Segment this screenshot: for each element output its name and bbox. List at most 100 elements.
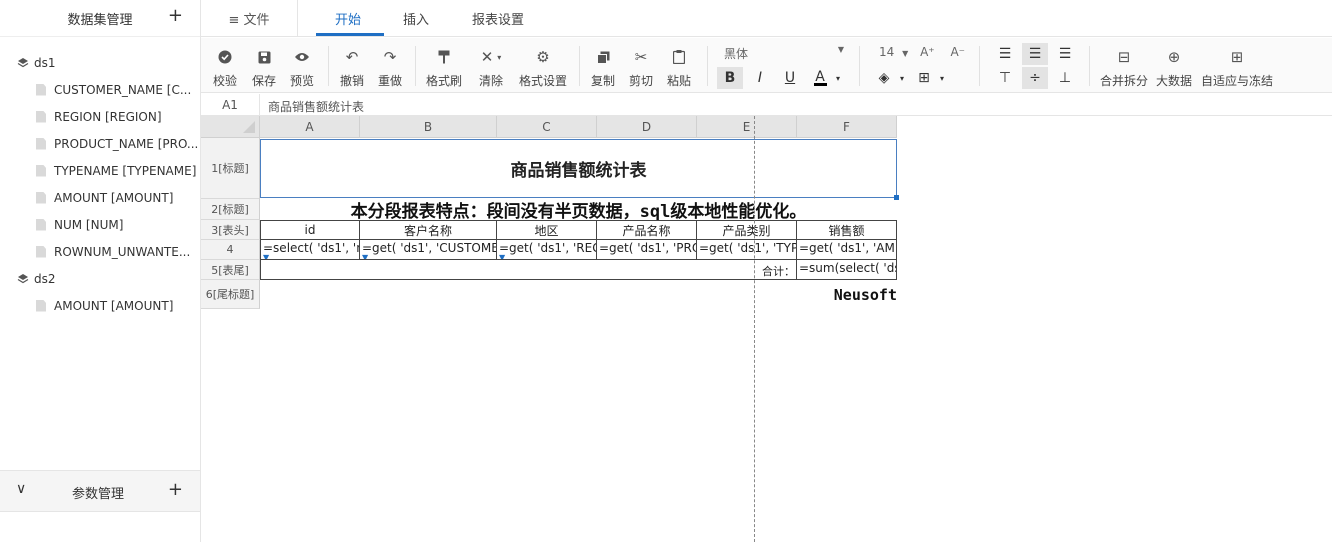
font-color-button[interactable]: A — [807, 67, 833, 89]
data-cell-customer[interactable]: =get( 'ds1', 'CUSTOME ▼ — [360, 240, 497, 260]
data-formula: =get( 'ds1', 'CUSTOME — [362, 241, 497, 255]
total-formula-cell[interactable]: =sum(select( 'ds — [797, 260, 897, 280]
row-header-3[interactable]: 3[表头] — [201, 220, 260, 240]
valign-middle-button[interactable]: ÷ — [1022, 67, 1048, 89]
tab-report-settings[interactable]: 报表设置 — [472, 0, 524, 37]
align-center-button[interactable]: ☰ — [1022, 43, 1048, 65]
format-painter-button[interactable]: 格式刷 — [426, 38, 462, 93]
header-cell-region[interactable]: 地区 — [497, 220, 597, 240]
tab-insert[interactable]: 插入 — [403, 0, 429, 37]
file-icon — [36, 191, 46, 204]
field-node[interactable]: NUM [NUM] — [0, 211, 200, 238]
header-cell-id[interactable]: id — [260, 220, 360, 240]
data-cell-type[interactable]: =get( 'ds1', 'TYP — [697, 240, 797, 260]
field-node[interactable]: CUSTOMER_NAME [C... — [0, 76, 200, 103]
align-right-button[interactable]: ☰ — [1052, 43, 1078, 65]
paint-roller-icon — [438, 46, 450, 68]
field-node[interactable]: PRODUCT_NAME [PRO... — [0, 130, 200, 157]
param-panel-header[interactable]: ∨ 参数管理 + — [0, 470, 200, 512]
add-dataset-button[interactable]: + — [168, 5, 183, 26]
chevron-down-icon[interactable]: ∨ — [16, 481, 26, 497]
bold-button[interactable]: B — [717, 67, 743, 89]
data-cell-region[interactable]: =get( 'ds1', 'REG ▼ — [497, 240, 597, 260]
validate-button[interactable]: 校验 — [213, 38, 237, 93]
cell-reference[interactable]: A1 — [201, 94, 260, 116]
preview-button[interactable]: 预览 — [290, 38, 314, 93]
undo-button[interactable]: ↶ 撤销 — [340, 38, 364, 93]
formula-input[interactable]: 商品销售额统计表 — [268, 98, 364, 115]
border-dropdown[interactable]: ▾ — [935, 67, 949, 89]
eye-icon — [294, 46, 310, 68]
big-data-button[interactable]: ⊕ 大数据 — [1156, 38, 1192, 93]
row-header-6[interactable]: 6[尾标题] — [201, 280, 260, 309]
gear-icon: ⚙ — [536, 48, 550, 66]
font-color-dropdown[interactable]: ▾ — [831, 67, 845, 89]
autofit-freeze-button[interactable]: ⊞ 自适应与冻结 — [1201, 38, 1273, 93]
valign-bottom-button[interactable]: ⊥ — [1052, 67, 1078, 89]
file-icon — [36, 137, 46, 150]
cut-button[interactable]: ✂ 剪切 — [629, 38, 653, 93]
header-cell-type[interactable]: 产品类别 — [697, 220, 797, 240]
save-button[interactable]: 保存 — [252, 38, 276, 93]
footer-title-cell[interactable]: Neusoft — [260, 280, 897, 309]
dataset-node-ds2[interactable]: ds2 — [0, 265, 200, 292]
header-cell-product[interactable]: 产品名称 — [597, 220, 697, 240]
file-icon — [36, 110, 46, 123]
file-icon — [36, 245, 46, 258]
fill-color-dropdown[interactable]: ▾ — [895, 67, 909, 89]
redo-button[interactable]: ↷ 重做 — [378, 38, 402, 93]
field-node[interactable]: AMOUNT [AMOUNT] — [0, 184, 200, 211]
header-cell-customer[interactable]: 客户名称 — [360, 220, 497, 240]
column-header-d[interactable]: D — [597, 116, 697, 138]
increase-font-icon[interactable]: A⁺ — [920, 45, 935, 59]
dataset-tree: ds1 CUSTOMER_NAME [C... REGION [REGION] … — [0, 37, 200, 319]
decrease-font-icon[interactable]: A⁻ — [950, 45, 965, 59]
font-size-value: 14 — [879, 45, 895, 59]
field-node[interactable]: AMOUNT [AMOUNT] — [0, 292, 200, 319]
font-family-select[interactable]: 黑体 ▼ — [724, 45, 844, 63]
fill-color-button[interactable]: ◈ — [871, 67, 897, 89]
column-header-b[interactable]: B — [360, 116, 497, 138]
valign-top-button[interactable]: ⊤ — [992, 67, 1018, 89]
align-left-button[interactable]: ☰ — [992, 43, 1018, 65]
row-header-4[interactable]: 4 — [201, 240, 260, 260]
font-size-select[interactable]: 14 ▼ A⁺ A⁻ — [879, 45, 965, 59]
dataset-node-ds1[interactable]: ds1 — [0, 49, 200, 76]
data-cell-id[interactable]: =select( 'ds1', 'n ▼ — [260, 240, 360, 260]
file-menu[interactable]: ≡ 文件 — [201, 0, 298, 37]
clear-button[interactable]: ✕ ▾ 清除 — [479, 38, 503, 93]
copy-button[interactable]: 复制 — [591, 38, 615, 93]
toolbar-divider — [979, 46, 980, 86]
select-all-corner[interactable] — [201, 116, 260, 138]
field-node[interactable]: TYPENAME [TYPENAME] — [0, 157, 200, 184]
italic-button[interactable]: I — [747, 67, 773, 89]
paint-bucket-icon: ◈ — [878, 70, 890, 86]
row-header-1[interactable]: 1[标题] — [201, 138, 260, 199]
dataset-sidebar: 数据集管理 + ds1 CUSTOMER_NAME [C... REGION [… — [0, 0, 201, 542]
check-circle-icon — [218, 46, 232, 68]
column-header-a[interactable]: A — [260, 116, 360, 138]
field-node[interactable]: ROWNUM_UNWANTE... — [0, 238, 200, 265]
header-cell-amount[interactable]: 销售额 — [797, 220, 897, 240]
underline-button[interactable]: U — [777, 67, 803, 89]
data-cell-product[interactable]: =get( 'ds1', 'PRO — [597, 240, 697, 260]
report-subtitle-cell[interactable]: 本分段报表特点：段间没有半页数据，sql级本地性能优化。 — [260, 199, 897, 220]
column-header-e[interactable]: E — [697, 116, 797, 138]
column-header-f[interactable]: F — [797, 116, 897, 138]
tab-start[interactable]: 开始 — [335, 0, 361, 37]
data-cell-amount[interactable]: =get( 'ds1', 'AM — [797, 240, 897, 260]
add-param-button[interactable]: + — [168, 479, 183, 500]
data-formula: =get( 'ds1', 'REG — [499, 241, 597, 255]
report-title-cell[interactable]: 商品销售额统计表 — [260, 139, 897, 198]
merge-split-button[interactable]: ⊟ 合并拆分 — [1100, 38, 1148, 93]
dataset-panel-header: 数据集管理 + — [0, 0, 200, 37]
column-header-c[interactable]: C — [497, 116, 597, 138]
format-settings-button[interactable]: ⚙ 格式设置 — [519, 38, 567, 93]
border-button[interactable]: ⊞ — [911, 67, 937, 89]
row-header-5[interactable]: 5[表尾] — [201, 260, 260, 280]
redo-icon: ↷ — [383, 48, 397, 66]
field-label: TYPENAME [TYPENAME] — [54, 163, 197, 178]
field-node[interactable]: REGION [REGION] — [0, 103, 200, 130]
paste-button[interactable]: 粘贴 — [667, 38, 691, 93]
row-header-2[interactable]: 2[标题] — [201, 199, 260, 220]
